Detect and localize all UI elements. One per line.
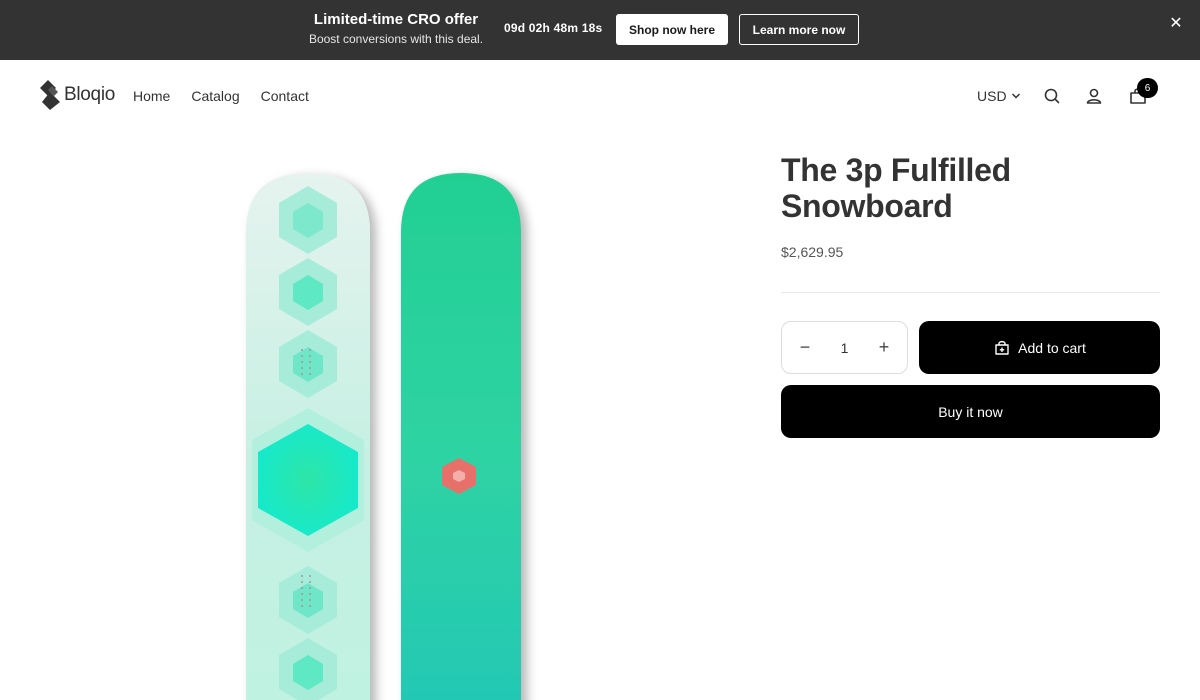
account-icon[interactable]	[1083, 85, 1105, 107]
quantity-stepper: − 1 +	[781, 321, 908, 374]
site-header: Bloqio Home Catalog Contact USD	[0, 60, 1200, 130]
promo-subtitle: Boost conversions with this deal.	[308, 32, 484, 46]
nav-item-home[interactable]: Home	[133, 88, 170, 104]
add-to-cart-label: Add to cart	[1018, 339, 1086, 356]
cart-count-badge: 6	[1137, 78, 1158, 98]
currency-selector[interactable]: USD	[977, 88, 1021, 104]
promo-text: Limited-time CRO offer Boost conversions…	[300, 10, 492, 48]
nav-item-contact[interactable]: Contact	[261, 88, 309, 104]
close-icon[interactable]: ✕	[1166, 14, 1186, 34]
buy-now-button[interactable]: Buy it now	[781, 385, 1160, 438]
quantity-increment-button[interactable]: +	[876, 337, 892, 358]
shop-now-button[interactable]: Shop now here	[616, 14, 728, 45]
logo-text: Bloqio	[64, 84, 116, 105]
search-icon[interactable]	[1041, 85, 1063, 107]
divider	[781, 292, 1160, 293]
product-info: The 3p Fulfilled Snowboard $2,629.95	[781, 152, 1161, 260]
snowboard-image	[246, 173, 521, 700]
main-nav: Home Catalog Contact	[133, 88, 309, 104]
learn-more-button[interactable]: Learn more now	[739, 14, 859, 45]
quantity-value[interactable]: 1	[841, 340, 849, 356]
currency-label: USD	[977, 88, 1007, 104]
add-to-cart-button[interactable]: Add to cart	[919, 321, 1160, 374]
promo-title: Limited-time CRO offer	[313, 11, 479, 28]
product-price: $2,629.95	[781, 244, 844, 260]
logo[interactable]: Bloqio	[40, 80, 115, 110]
quantity-decrement-button[interactable]: −	[797, 337, 813, 358]
product-title: The 3p Fulfilled Snowboard	[781, 152, 1011, 224]
countdown-timer: 09d 02h 48m 18s	[504, 21, 603, 35]
cart-add-icon	[995, 340, 1009, 355]
nav-item-catalog[interactable]: Catalog	[191, 88, 239, 104]
chevron-down-icon	[1011, 93, 1020, 99]
logo-mark-icon	[40, 80, 60, 110]
promo-bar: Limited-time CRO offer Boost conversions…	[0, 0, 1200, 60]
product-image[interactable]	[40, 130, 730, 700]
